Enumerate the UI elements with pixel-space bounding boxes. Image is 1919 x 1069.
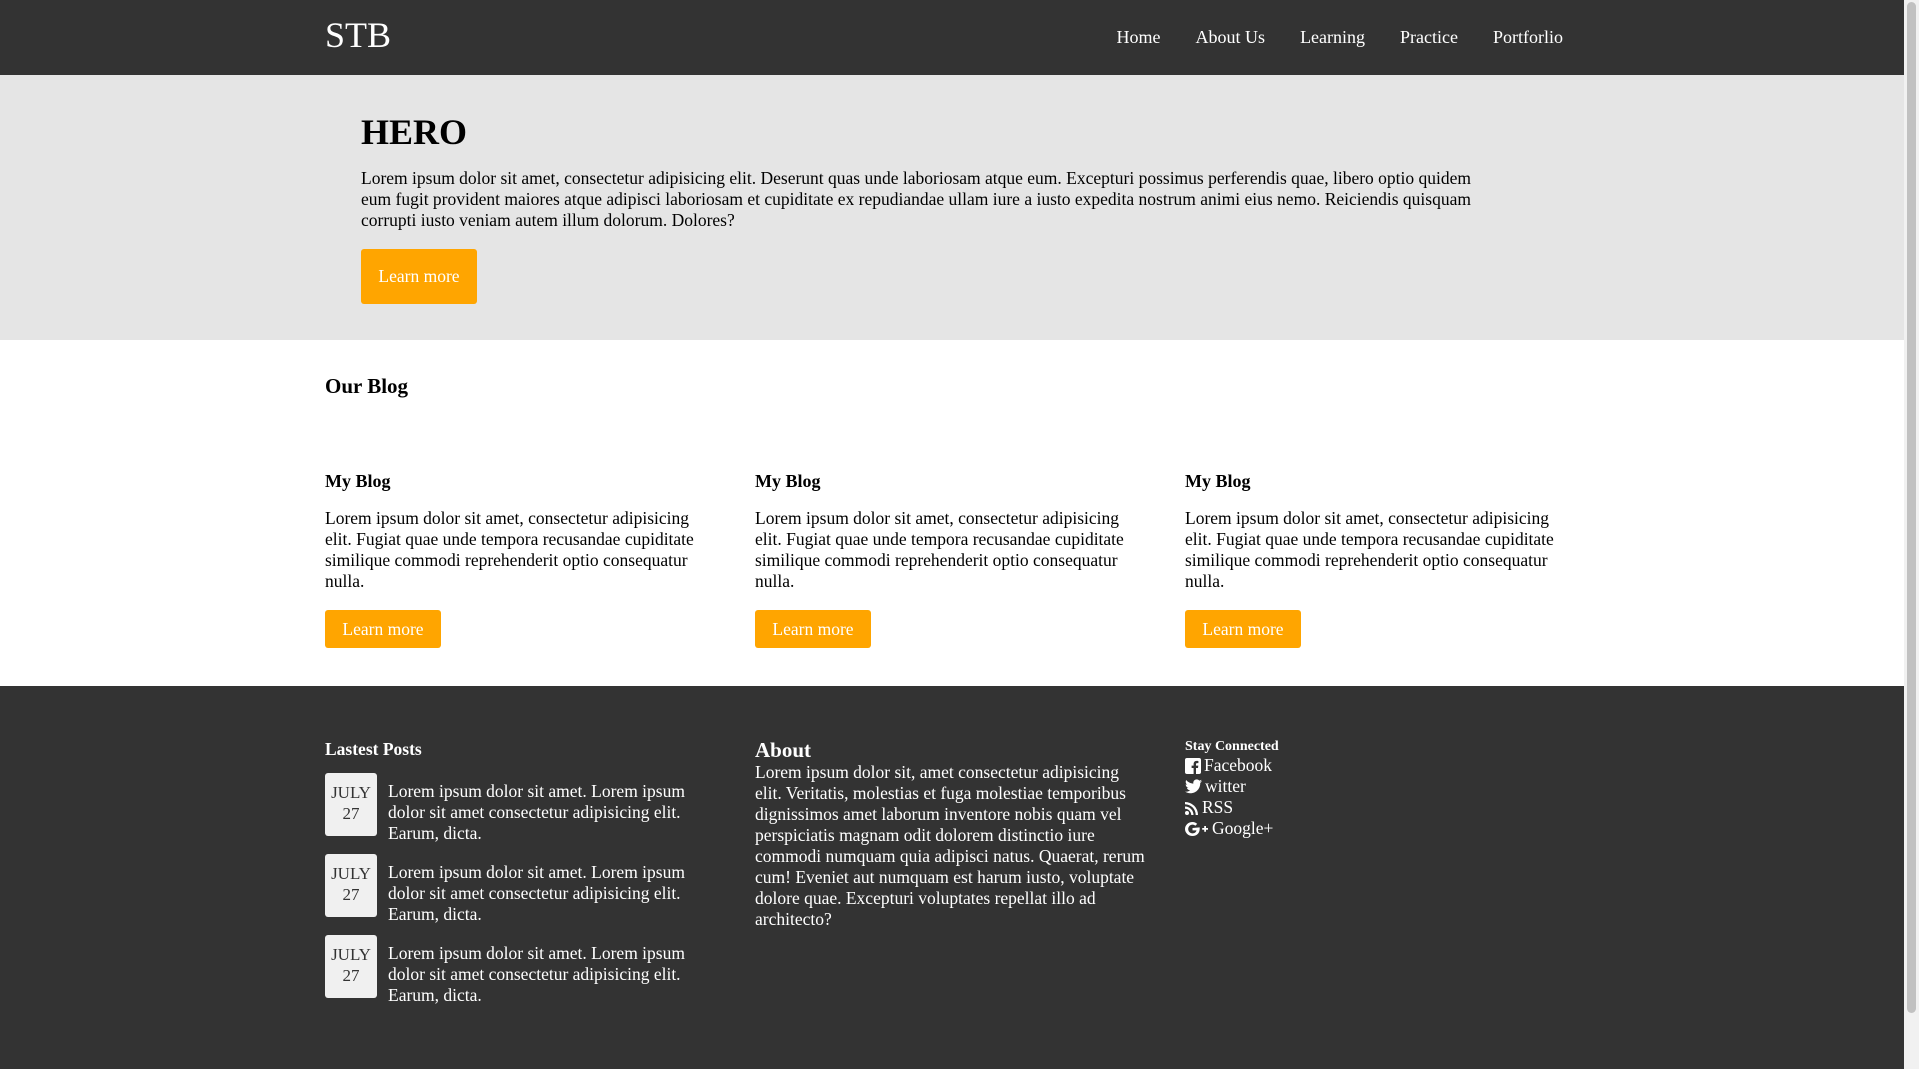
twitter-icon	[1185, 779, 1202, 794]
blog-card: My Blog Lorem ipsum dolor sit amet, cons…	[1185, 470, 1570, 648]
nav-about-us[interactable]: About Us	[1196, 26, 1266, 48]
facebook-icon	[1185, 757, 1201, 774]
nav-practice[interactable]: Practice	[1400, 26, 1458, 48]
post-day: 27	[342, 966, 360, 985]
rss-icon	[1185, 801, 1198, 815]
post-month: JULY	[331, 945, 371, 964]
nav-learning[interactable]: Learning	[1300, 26, 1365, 48]
post-day: 27	[342, 885, 360, 904]
google-plus-icon	[1185, 821, 1208, 836]
post-text: Lorem ipsum dolor sit amet. Lorem ipsum …	[388, 943, 685, 1005]
post-item[interactable]: JULY 27 Lorem ipsum dolor sit amet. Lore…	[325, 935, 715, 1005]
latest-posts: Lastest Posts JULY 27 Lorem ipsum dolor …	[325, 738, 715, 1005]
hero-title: HERO	[361, 112, 468, 152]
social-column: Stay Connected Facebook witter RSS Googl…	[1185, 738, 1485, 839]
post-date: JULY 27	[325, 854, 377, 917]
latest-posts-heading: Lastest Posts	[325, 739, 422, 759]
blog-card: My Blog Lorem ipsum dolor sit amet, cons…	[755, 470, 1140, 648]
main-nav: Home About Us Learning Practice Portforl…	[1117, 26, 1563, 48]
blog-card-title: My Blog	[325, 471, 391, 491]
hero-text: Lorem ipsum dolor sit amet, consectetur …	[361, 168, 1472, 230]
post-text: Lorem ipsum dolor sit amet. Lorem ipsum …	[388, 781, 685, 843]
vertical-scrollbar[interactable]	[1904, 0, 1919, 1069]
blog-card-text: Lorem ipsum dolor sit amet, consectetur …	[755, 508, 1124, 591]
blog-learn-more-button[interactable]: Learn more	[325, 610, 441, 648]
site-header: STB Home About Us Learning Practice Port…	[0, 0, 1904, 75]
blog-learn-more-button[interactable]: Learn more	[1185, 610, 1301, 648]
post-item[interactable]: JULY 27 Lorem ipsum dolor sit amet. Lore…	[325, 773, 715, 843]
social-label: witter	[1205, 776, 1246, 796]
blog-card-title: My Blog	[755, 471, 821, 491]
blog-card: My Blog Lorem ipsum dolor sit amet, cons…	[325, 470, 710, 648]
blog-card-title: My Blog	[1185, 471, 1251, 491]
nav-portfolio[interactable]: Portforlio	[1493, 26, 1563, 48]
social-link-facebook[interactable]: Facebook	[1185, 755, 1485, 776]
social-label: RSS	[1202, 797, 1234, 817]
brand-logo[interactable]: STB	[325, 14, 391, 56]
site-footer: Lastest Posts JULY 27 Lorem ipsum dolor …	[0, 686, 1904, 1069]
post-date: JULY 27	[325, 935, 377, 998]
blog-card-text: Lorem ipsum dolor sit amet, consectetur …	[325, 508, 694, 591]
about-column: About Lorem ipsum dolor sit, amet consec…	[755, 738, 1150, 930]
hero-section: HERO Lorem ipsum dolor sit amet, consect…	[0, 75, 1904, 340]
post-month: JULY	[331, 783, 371, 802]
social-link-google-plus[interactable]: Google+	[1185, 818, 1485, 839]
blog-heading: Our Blog	[325, 374, 409, 398]
social-label: Facebook	[1204, 755, 1273, 775]
social-link-rss[interactable]: RSS	[1185, 797, 1485, 818]
blog-card-text: Lorem ipsum dolor sit amet, consectetur …	[1185, 508, 1554, 591]
scrollbar-thumb[interactable]	[1907, 2, 1916, 1013]
blog-section: Our Blog My Blog Lorem ipsum dolor sit a…	[0, 340, 1904, 686]
about-text: Lorem ipsum dolor sit, amet consectetur …	[755, 762, 1145, 929]
post-text: Lorem ipsum dolor sit amet. Lorem ipsum …	[388, 862, 685, 924]
nav-home[interactable]: Home	[1117, 26, 1161, 48]
about-heading: About	[755, 738, 812, 762]
social-label: Google+	[1212, 818, 1274, 838]
social-heading: Stay Connected	[1185, 739, 1279, 754]
post-date: JULY 27	[325, 773, 377, 836]
hero-learn-more-button[interactable]: Learn more	[361, 249, 477, 304]
post-month: JULY	[331, 864, 371, 883]
post-day: 27	[342, 804, 360, 823]
blog-learn-more-button[interactable]: Learn more	[755, 610, 871, 648]
post-item[interactable]: JULY 27 Lorem ipsum dolor sit amet. Lore…	[325, 854, 715, 924]
page: STB Home About Us Learning Practice Port…	[0, 0, 1904, 1069]
social-link-twitter[interactable]: witter	[1185, 776, 1485, 797]
